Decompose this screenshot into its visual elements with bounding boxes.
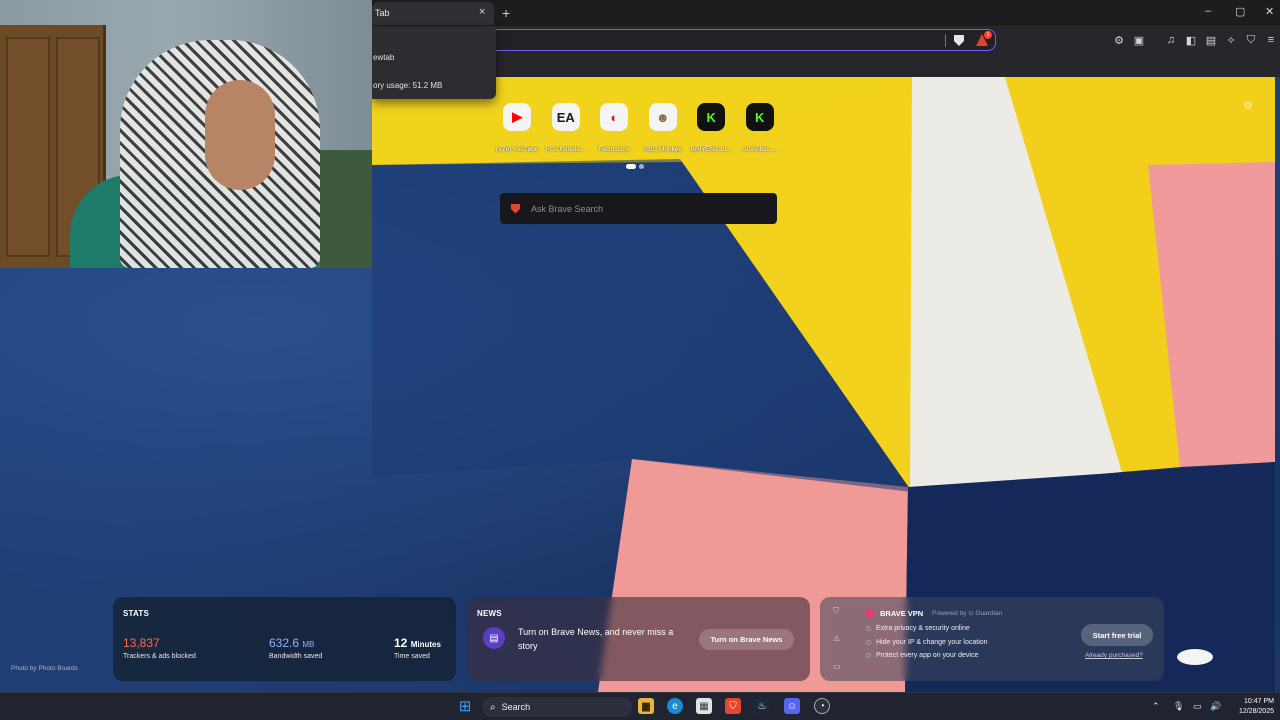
sidebar-icon[interactable]: ◧	[1184, 33, 1198, 47]
address-bar-divider	[945, 34, 946, 47]
check-icon	[866, 626, 871, 631]
pager-dot-2[interactable]	[639, 164, 644, 169]
app-icon[interactable]: ◔	[814, 698, 830, 714]
steam-icon[interactable]: ♨	[754, 698, 770, 714]
hover-card-url: ewtab	[373, 53, 395, 62]
file-explorer-icon[interactable]: ▆	[638, 698, 654, 714]
top-site-label: (176) YouTube	[496, 146, 539, 153]
vpn-shield-icon[interactable]: ⛉	[833, 606, 839, 616]
vpn-feature-2: Hide your IP & change your location	[866, 639, 988, 646]
trackers-value: 13,837	[123, 636, 160, 650]
top-site-tile[interactable]: ☻ SBC Monkey	[639, 100, 688, 153]
news-title: NEWS	[477, 609, 502, 618]
brave-icon[interactable]: ⛉	[725, 698, 741, 714]
vpn-widget: ⛉ ⚠ ▭ BRAVE VPN Powered by ⊙ Guardian Ex…	[820, 597, 1164, 681]
close-window-button[interactable]: ✕	[1265, 5, 1274, 18]
brave-logo-icon	[511, 203, 520, 214]
top-sites-pager[interactable]	[626, 164, 644, 169]
tab-close-icon[interactable]: ×	[479, 6, 485, 18]
webcam-overlay	[0, 0, 372, 268]
notification-badge: 1	[984, 31, 992, 39]
top-site-tile[interactable]: ▶ (176) YouTube	[493, 100, 542, 153]
vpn-feature-3: Protect every app on your device	[866, 652, 978, 659]
tab-search-icon[interactable]: ▣	[1132, 33, 1146, 47]
warning-icon[interactable]: ⚠	[833, 634, 840, 643]
vpn-title: BRAVE VPN	[880, 609, 924, 618]
news-promo-text: Turn on Brave News, and never miss a sto…	[518, 627, 674, 651]
vpn-logo-icon	[866, 609, 874, 617]
flashscore-icon: ◐	[600, 103, 629, 131]
top-site-tile[interactable]: K BRIYEN1 St...	[687, 100, 736, 153]
discord-icon[interactable]: ☺	[784, 698, 800, 714]
edge-icon[interactable]: e	[667, 698, 683, 714]
top-site-label: FC Ultimate...	[545, 146, 586, 153]
card-icon[interactable]: ▭	[833, 662, 841, 671]
top-site-label: Flashscore	[598, 146, 631, 153]
customize-gear-icon[interactable]: ⚙	[1243, 99, 1253, 112]
youtube-icon: ▶	[503, 103, 532, 131]
menu-icon[interactable]: ≡	[1264, 33, 1278, 47]
top-site-tile[interactable]: K ArfaVibes ...	[736, 100, 785, 153]
person-face	[205, 80, 275, 190]
clock[interactable]: 10:47 PM 12/28/2025	[1228, 697, 1274, 717]
maximize-button[interactable]: ▢	[1235, 5, 1245, 18]
clock-date: 12/28/2025	[1238, 708, 1274, 715]
ea-icon: EA	[551, 103, 580, 131]
bandwidth-value: 632.6 MB	[269, 636, 315, 650]
taskbar-search[interactable]: ⌕ Search	[482, 697, 632, 717]
windows-start-icon[interactable]: ⊞	[457, 698, 473, 715]
minimize-button[interactable]: –	[1205, 5, 1211, 17]
stats-title: STATS	[123, 609, 150, 618]
top-sites: ▶ (176) YouTube EA FC Ultimate... ◐ Flashscor…	[493, 100, 784, 153]
network-icon[interactable]: ▭	[1193, 701, 1202, 712]
new-tab-button[interactable]: +	[502, 5, 510, 21]
clock-time: 10:47 PM	[1244, 698, 1274, 705]
news-widget: NEWS ▤ Turn on Brave News, and never mis…	[467, 597, 810, 681]
tab-active[interactable]	[372, 2, 494, 25]
tab-title: Tab	[375, 8, 390, 18]
tray-chevron-icon[interactable]: ⌃	[1152, 701, 1160, 712]
taskbar-search-label: Search	[501, 702, 531, 712]
extensions-icon[interactable]: ⚙	[1112, 33, 1126, 47]
vpn-icon[interactable]: ⛉	[1244, 33, 1258, 47]
check-icon	[866, 653, 871, 658]
search-placeholder: Ask Brave Search	[531, 203, 604, 214]
kick-icon: K	[745, 103, 774, 131]
vpn-feature-1: Extra privacy & security online	[866, 625, 970, 632]
trackers-label: Trackers & ads blocked	[123, 653, 196, 660]
already-purchased-link[interactable]: Already purchased?	[1085, 652, 1143, 659]
top-site-label: ArfaVibes ...	[742, 146, 778, 153]
top-site-tile[interactable]: ◐ Flashscore	[590, 100, 639, 153]
check-icon	[866, 640, 871, 645]
time-value: 12 Minutes	[394, 636, 441, 650]
microphone-icon[interactable]: 🎙	[1173, 701, 1184, 712]
store-icon[interactable]: ▦	[696, 698, 712, 714]
hover-card-memory: ory usage: 51.2 MB	[373, 81, 443, 90]
wallet-icon[interactable]: ▤	[1204, 33, 1218, 47]
volume-icon[interactable]: 🔊	[1210, 701, 1221, 712]
time-label: Time saved	[394, 653, 430, 660]
brave-search-box[interactable]: Ask Brave Search	[500, 193, 777, 224]
photo-credit[interactable]: Photo by Photo Boards	[11, 665, 78, 672]
sbc-monkey-icon: ☻	[648, 103, 677, 131]
stats-widget: STATS 13,837 Trackers & ads blocked 632.…	[113, 597, 456, 681]
bandwidth-label: Bandwidth saved	[269, 653, 323, 660]
kick-icon: K	[697, 103, 726, 131]
screen: Tab × + – ▢ ✕ 1 ⚙ ▣ ♫ ◧ ▤ ✧ ⛉ ≡ ewtab or…	[0, 0, 1280, 720]
turn-on-news-button[interactable]: Turn on Brave News	[699, 629, 794, 650]
top-site-label: SBC Monkey	[643, 146, 682, 153]
leo-ai-icon[interactable]: ✧	[1224, 33, 1238, 47]
vpn-powered-by: Powered by ⊙ Guardian	[932, 610, 1003, 617]
media-icon[interactable]: ♫	[1164, 33, 1178, 47]
start-free-trial-button[interactable]: Start free trial	[1081, 624, 1153, 646]
top-site-tile[interactable]: EA FC Ultimate...	[542, 100, 591, 153]
news-icon: ▤	[483, 627, 505, 649]
top-site-label: BRIYEN1 St...	[690, 146, 732, 153]
pager-dot-1[interactable]	[626, 164, 636, 169]
search-icon: ⌕	[490, 701, 496, 713]
